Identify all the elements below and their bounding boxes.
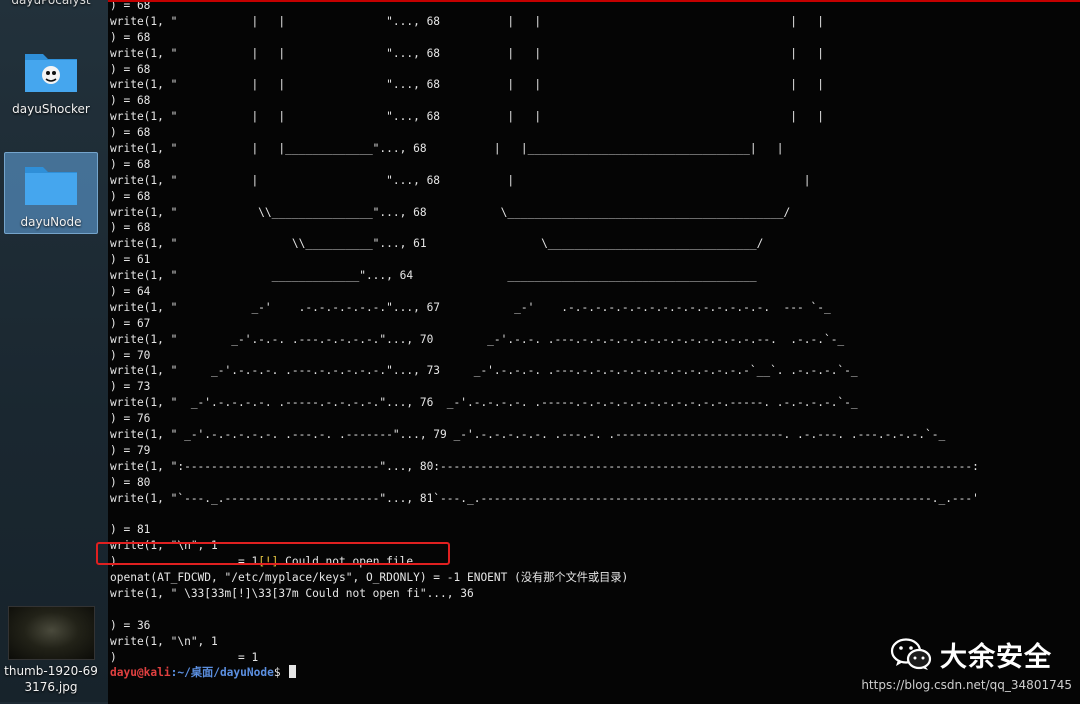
terminal-line: write(1, " | | "..., 68 | | | |	[110, 110, 824, 124]
terminal-line: ) = 79	[110, 443, 151, 457]
terminal-window[interactable]: ) = 68 write(1, " | | "..., 68 | | | | )…	[108, 0, 1080, 704]
terminal-line: openat(AT_FDCWD, "/etc/myplace/keys", O_…	[110, 571, 629, 585]
terminal-line: write(1, " _____________"..., 64 _______…	[110, 269, 757, 283]
terminal-line: ) = 36	[110, 618, 151, 632]
terminal-line: write(1, " \33[33m[!]\33[37m Could not o…	[110, 586, 481, 600]
terminal-line: write(1, " | | "..., 68 | | | |	[110, 46, 824, 60]
terminal-line: ) = 67	[110, 316, 151, 330]
watermark-text: 大余安全	[940, 641, 1052, 673]
desktop-area: dayuPocalyst dayuShocker dayuNode thumb-…	[0, 0, 108, 702]
folder-icon	[23, 159, 79, 207]
highlight-box	[96, 542, 450, 565]
terminal-line: write(1, " | "..., 68 | |	[110, 173, 811, 187]
terminal-line: write(1, " | | "..., 68 | | | |	[110, 14, 824, 28]
wechat-icon	[890, 638, 932, 670]
cursor	[289, 665, 297, 679]
terminal-line: write(1, " _-'.-.-.-.-.-. .---.-. .-----…	[110, 428, 946, 442]
terminal-line: write(1, ":-----------------------------…	[110, 459, 979, 473]
terminal-line: ) = 81	[110, 523, 151, 537]
desktop-top-label: dayuPocalyst	[11, 0, 91, 7]
terminal-line: write(1, " | |_____________"..., 68 | |_…	[110, 142, 784, 156]
terminal-line: write(1, "`---._.-----------------------…	[110, 491, 979, 505]
folder-icon	[23, 46, 79, 94]
terminal-prompt-line[interactable]: dayu@kali:~/桌面/dayuNode$	[110, 665, 979, 681]
image-thumbnail-icon[interactable]	[8, 606, 95, 660]
terminal-line: ) = 70	[110, 348, 151, 362]
terminal-line: ) = 1	[110, 650, 259, 664]
terminal-output: ) = 68 write(1, " | | "..., 68 | | | | )…	[110, 0, 979, 681]
thumbnail-label-line2: 3176.jpg	[24, 680, 78, 694]
prompt-user: dayu@kali	[110, 666, 171, 680]
terminal-line: write(1, " \\__________"..., 61 \_______…	[110, 237, 764, 251]
terminal-line: write(1, " _-' .-.-.-.-.-.-."..., 67 _-'…	[110, 300, 831, 314]
terminal-line: ) = 68	[110, 94, 151, 108]
terminal-line: ) = 68	[110, 157, 151, 171]
terminal-line: ) = 68	[110, 221, 151, 235]
prompt-symbol: $	[273, 666, 288, 680]
terminal-line: ) = 68	[110, 126, 151, 140]
thumbnail-label-line1: thumb-1920-69	[4, 664, 98, 678]
desktop-icon-label: dayuNode	[20, 215, 82, 229]
source-url: https://blog.csdn.net/qq_34801745	[861, 678, 1072, 692]
terminal-line: ) = 68	[110, 62, 151, 76]
terminal-line: ) = 61	[110, 253, 151, 267]
prompt-path: :~/桌面/dayuNode	[170, 666, 274, 680]
terminal-line: ) = 73	[110, 380, 151, 394]
terminal-line: write(1, " _-'.-.-. .---.-.-.-.-."..., 7…	[110, 332, 845, 346]
terminal-line: ) = 68	[110, 0, 151, 12]
terminal-line: ) = 68	[110, 30, 151, 44]
terminal-line: write(1, " \\_______________"..., 68 \__…	[110, 205, 791, 219]
terminal-line: write(1, " _-'.-.-.-.-. .-----.-.-.-.-."…	[110, 396, 858, 410]
terminal-line: write(1, " | | "..., 68 | | | |	[110, 78, 824, 92]
terminal-line: ) = 76	[110, 412, 151, 426]
terminal-line: write(1, " _-'.-.-.-. .---.-.-.-.-.-."..…	[110, 364, 858, 378]
terminal-line: ) = 80	[110, 475, 151, 489]
terminal-line: ) = 64	[110, 285, 151, 299]
terminal-line: write(1, "\n", 1	[110, 634, 218, 648]
desktop-icon-dayunode[interactable]: dayuNode	[4, 152, 98, 234]
desktop-icon-label: dayuShocker	[12, 102, 90, 116]
watermark: 大余安全	[890, 634, 1052, 674]
terminal-line: ) = 68	[110, 189, 151, 203]
desktop-icon-dayushocker[interactable]: dayuShocker	[0, 40, 102, 120]
